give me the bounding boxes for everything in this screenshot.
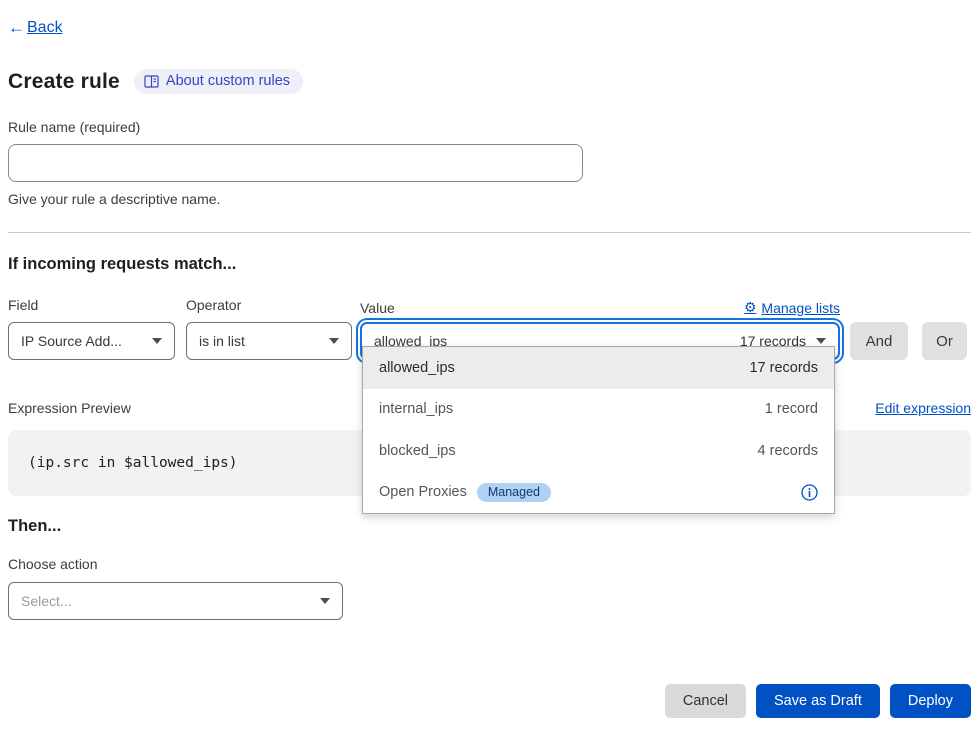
field-select[interactable]: IP Source Add... <box>8 322 175 360</box>
back-link[interactable]: ←Back <box>8 18 63 38</box>
deploy-button[interactable]: Deploy <box>890 684 971 718</box>
list-name: blocked_ips <box>379 443 456 459</box>
match-section-heading: If incoming requests match... <box>8 255 971 274</box>
list-record-count: 1 record <box>765 401 818 417</box>
dropdown-item-open-proxies[interactable]: Open Proxies Managed <box>363 472 834 514</box>
book-icon <box>144 75 159 88</box>
match-builder: Field IP Source Add... Operator is in li… <box>8 297 971 360</box>
page-title: Create rule <box>8 70 120 94</box>
manage-lists-link[interactable]: ⚙ Manage lists <box>744 299 840 316</box>
list-record-count: 4 records <box>758 443 818 459</box>
expression-code: (ip.src in $allowed_ips) <box>28 455 238 471</box>
save-as-draft-button[interactable]: Save as Draft <box>756 684 880 718</box>
list-name: allowed_ips <box>379 360 455 376</box>
operator-select[interactable]: is in list <box>186 322 352 360</box>
and-button[interactable]: And <box>850 322 908 360</box>
cancel-button[interactable]: Cancel <box>665 684 746 718</box>
operator-label: Operator <box>186 297 352 313</box>
manage-lists-label: Manage lists <box>761 300 840 316</box>
about-custom-rules-link[interactable]: About custom rules <box>134 69 303 94</box>
list-dropdown: allowed_ips 17 records internal_ips 1 re… <box>362 346 835 514</box>
list-name: internal_ips <box>379 401 453 417</box>
rule-name-input[interactable] <box>8 144 583 182</box>
edit-expression-link[interactable]: Edit expression <box>875 400 971 416</box>
then-section-heading: Then... <box>8 517 971 536</box>
about-badge-label: About custom rules <box>166 73 290 89</box>
section-divider <box>8 232 971 233</box>
create-rule-page: ←Back Create rule About custom rules Rul… <box>0 0 979 620</box>
list-name: Open Proxies <box>379 484 467 500</box>
back-arrow-icon: ← <box>8 18 25 38</box>
value-label: Value <box>360 300 395 316</box>
expression-preview-label: Expression Preview <box>8 400 131 416</box>
gear-icon: ⚙ <box>744 299 757 316</box>
managed-badge: Managed <box>477 483 551 503</box>
rule-name-label: Rule name (required) <box>8 119 971 135</box>
chevron-down-icon <box>320 598 330 604</box>
choose-action-label: Choose action <box>8 556 971 572</box>
list-record-count: 17 records <box>749 360 818 376</box>
chevron-down-icon <box>816 338 826 344</box>
dropdown-item-internal-ips[interactable]: internal_ips 1 record <box>363 389 834 431</box>
action-select-placeholder: Select... <box>21 593 72 609</box>
back-link-label: Back <box>27 19 63 37</box>
footer-actions: Cancel Save as Draft Deploy <box>665 684 971 718</box>
operator-select-value: is in list <box>199 333 245 349</box>
or-button[interactable]: Or <box>922 322 967 360</box>
chevron-down-icon <box>152 338 162 344</box>
chevron-down-icon <box>329 338 339 344</box>
action-select[interactable]: Select... <box>8 582 343 620</box>
rule-name-helper-text: Give your rule a descriptive name. <box>8 191 971 207</box>
info-icon[interactable] <box>801 484 818 501</box>
dropdown-item-allowed-ips[interactable]: allowed_ips 17 records <box>363 347 834 389</box>
field-label: Field <box>8 297 175 313</box>
dropdown-item-blocked-ips[interactable]: blocked_ips 4 records <box>363 430 834 472</box>
field-select-value: IP Source Add... <box>21 333 122 349</box>
title-row: Create rule About custom rules <box>8 69 971 94</box>
